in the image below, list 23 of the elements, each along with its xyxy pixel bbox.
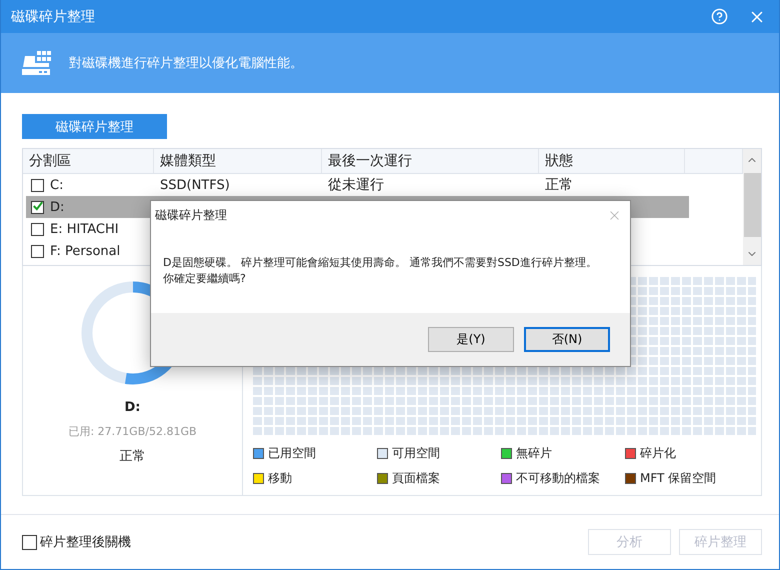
partition-label: F: Personal — [49, 244, 120, 258]
partition-label: D: — [49, 200, 64, 214]
legend-label: MFT 保留空間 — [640, 470, 716, 487]
legend-label: 無碎片 — [516, 445, 552, 462]
dialog-message: D是固態硬碟。 碎片整理可能會縮短其使用壽命。 通常我們不需要對SSD進行碎片整理。 你確定要繼續嗎? — [162, 255, 598, 287]
legend-label: 不可移動的檔案 — [516, 470, 600, 487]
window-title: 磁碟碎片整理 — [11, 8, 96, 26]
legend-label: 可用空間 — [392, 445, 440, 462]
header-text: 對磁碟機進行碎片整理以優化電腦性能。 — [69, 55, 303, 72]
partition-label: C: — [49, 178, 64, 192]
dialog-title: 磁碟碎片整理 — [155, 206, 228, 224]
drive-status: 正常 — [120, 448, 146, 465]
legend-label: 頁面檔案 — [392, 470, 440, 487]
partition-label: E: HITACHI — [49, 222, 119, 236]
table-cell-text: 正常 — [544, 176, 574, 195]
table-cell-text: 從未運行 — [327, 176, 385, 195]
drive-name: D: — [124, 400, 140, 415]
table-cell-text: SSD(NTFS) — [159, 176, 231, 194]
checkbox-label: 碎片整理後關機 — [40, 534, 132, 551]
usage-text: 已用: 27.71GB/52.81GB — [68, 424, 197, 439]
legend-label: 碎片化 — [640, 445, 676, 462]
legend-label: 移動 — [268, 470, 292, 487]
legend-label: 已用空間 — [268, 445, 316, 462]
